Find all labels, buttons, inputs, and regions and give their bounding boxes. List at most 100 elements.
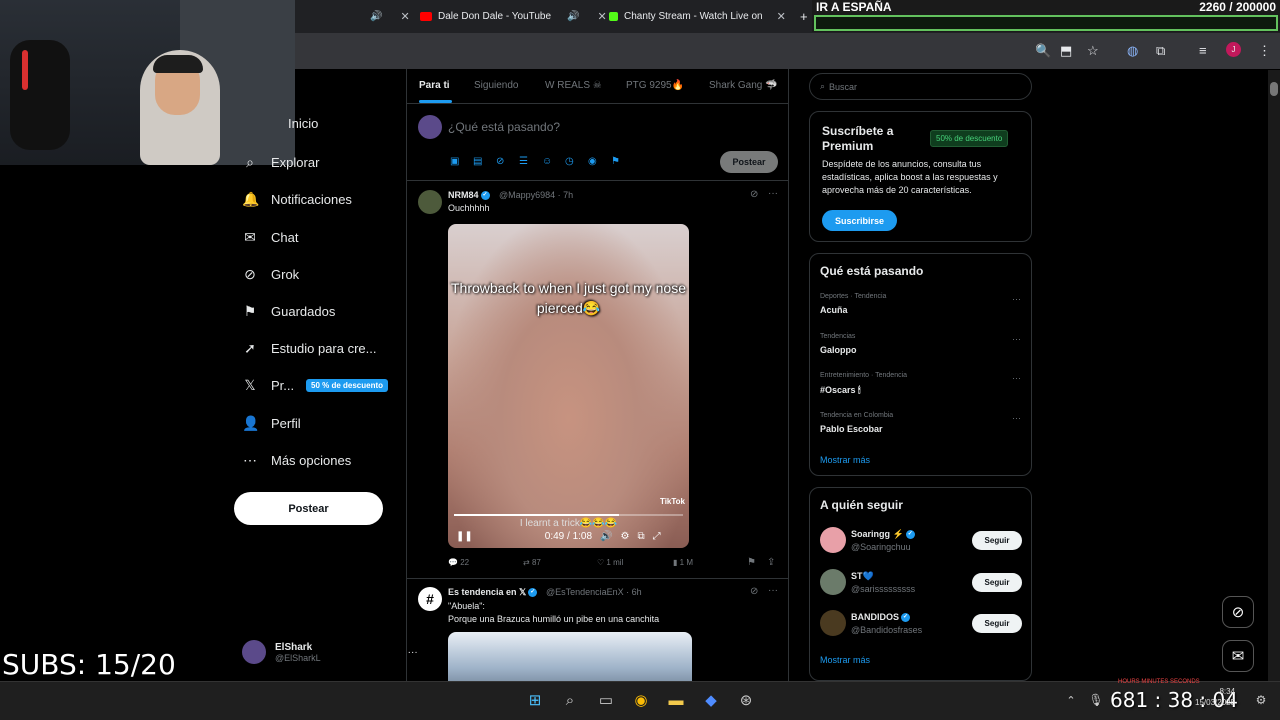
grok-icon: ⊘ — [244, 266, 256, 282]
composer-input[interactable]: ¿Qué está pasando? — [448, 120, 560, 134]
show-more-link[interactable]: Mostrar más — [820, 655, 870, 665]
clock[interactable]: 8:34 15/03/2025 — [1195, 686, 1235, 708]
gif-icon[interactable]: ▤ — [473, 156, 482, 167]
mic-icon[interactable]: 🎙 — [1085, 689, 1107, 711]
scrollbar-thumb[interactable] — [1270, 82, 1278, 96]
nav-item-home[interactable]: Inicio — [288, 116, 318, 131]
more-icon[interactable]: ··· — [1012, 413, 1021, 423]
poll-icon[interactable]: ☰ — [519, 156, 528, 167]
nav-item-grok[interactable]: ⊘ Grok — [242, 266, 299, 283]
tab-para-ti[interactable]: Para ti — [419, 80, 450, 91]
avatar[interactable] — [820, 569, 846, 595]
close-tab-icon[interactable]: ✕ — [400, 10, 409, 23]
location-icon[interactable]: ◉ — [588, 156, 597, 167]
account-switcher[interactable]: ElShark @ElSharkL ··· — [242, 640, 418, 664]
composer-post-button[interactable]: Postear — [720, 151, 778, 173]
star-icon[interactable]: ☆ — [1087, 43, 1099, 59]
more-icon[interactable]: ··· — [1012, 334, 1021, 344]
nav-item-notifications[interactable]: 🔔 Notificaciones — [242, 191, 352, 208]
nav-item-premium[interactable]: 𝕏 Pr... — [242, 377, 294, 394]
steam-icon[interactable]: ⊛ — [735, 689, 757, 711]
more-icon[interactable]: ··· — [1012, 294, 1021, 304]
tweet-author[interactable]: Es tendencia en 𝕏 ✓ — [448, 587, 538, 598]
settings-icon[interactable]: ⚙ — [1250, 689, 1272, 711]
extensions-icon[interactable]: ⧉ — [1156, 43, 1165, 59]
share-icon[interactable]: ⇪ — [767, 557, 775, 568]
tab-shark-gang[interactable]: Shark Gang 🦈 — [709, 80, 778, 91]
reply-count: 22 — [460, 558, 470, 567]
suggestion-handle: @Soaringchuu — [851, 542, 911, 552]
media-icon[interactable]: ≡ — [1199, 43, 1207, 58]
nav-item-chat[interactable]: ✉ Chat — [242, 229, 298, 246]
image-icon[interactable]: ▣ — [450, 156, 459, 167]
install-icon[interactable]: ⬒ — [1060, 43, 1072, 59]
reply-button[interactable]: 💬 22 — [448, 558, 469, 567]
avatar[interactable] — [418, 190, 442, 214]
post-button[interactable]: Postear — [234, 492, 383, 525]
emoji-icon[interactable]: ☺ — [542, 156, 552, 167]
follow-button[interactable]: Seguir — [972, 614, 1022, 633]
windows-start-icon[interactable]: ⊞ — [524, 689, 546, 711]
fullscreen-icon[interactable]: ⤢ — [653, 531, 661, 542]
video-player[interactable]: Throwback to when I just got my nose pie… — [448, 224, 689, 548]
bookmark-icon[interactable]: ⚑ — [747, 557, 756, 568]
more-icon[interactable]: ··· — [768, 188, 778, 199]
close-tab-icon[interactable]: ✕ — [777, 10, 786, 23]
extension-signal-icon[interactable]: ◍ — [1127, 43, 1138, 59]
like-button[interactable]: ♡ 1 mil — [597, 558, 623, 567]
new-tab-button[interactable]: + — [800, 4, 808, 29]
scrollbar[interactable] — [1268, 70, 1280, 681]
search-input[interactable]: ⌕ Buscar — [809, 73, 1032, 100]
tweet-author[interactable]: NRM84 ✓ — [448, 190, 490, 201]
zoom-icon[interactable]: 🔍 — [1035, 43, 1051, 59]
profile-avatar[interactable]: J — [1226, 42, 1241, 57]
show-more-link[interactable]: Mostrar más — [820, 455, 870, 465]
grok-icon[interactable]: ⊘ — [496, 156, 504, 167]
volume-icon[interactable]: 🔊 — [600, 531, 612, 542]
chrome-icon[interactable]: ◉ — [630, 689, 652, 711]
repost-button[interactable]: ⇄ 87 — [523, 558, 541, 567]
chevron-up-icon[interactable]: ⌃ — [1060, 689, 1082, 711]
follow-button[interactable]: Seguir — [972, 531, 1022, 550]
suggestion-name: Soaringg ⚡ ✓ — [851, 529, 915, 540]
grok-icon[interactable]: ⊘ — [750, 586, 758, 597]
tab-ptg[interactable]: PTG 9295🔥 — [626, 80, 684, 91]
flag-icon[interactable]: ⚑ — [611, 156, 620, 167]
avatar[interactable] — [820, 610, 846, 636]
messages-float-icon[interactable]: ✉ — [1222, 640, 1254, 672]
video-progress-bar[interactable] — [454, 514, 683, 516]
app-icon[interactable]: ◆ — [700, 689, 722, 711]
tab-youtube[interactable]: Dale Don Dale - YouTube 🔊 ✕ — [420, 4, 607, 29]
pip-icon[interactable]: ⧉ — [637, 531, 644, 542]
tab-kick[interactable]: Chanty Stream - Watch Live on ✕ — [609, 4, 786, 29]
nav-item-creator-studio[interactable]: ➚ Estudio para cre... — [242, 340, 376, 357]
nav-item-more[interactable]: ⋯ Más opciones — [242, 452, 351, 469]
nav-item-bookmarks[interactable]: ⚑ Guardados — [242, 303, 336, 320]
more-icon[interactable]: ··· — [1012, 373, 1021, 383]
subscribe-button[interactable]: Suscribirse — [822, 210, 897, 231]
views-button[interactable]: ▮ 1 M — [673, 558, 693, 567]
nav-item-explore[interactable]: ⌕ Explorar — [242, 154, 319, 171]
nav-item-profile[interactable]: 👤 Perfil — [242, 415, 301, 432]
grok-float-icon[interactable]: ⊘ — [1222, 596, 1254, 628]
tab-previous[interactable]: 🔊 ✕ — [370, 4, 410, 29]
pause-icon[interactable]: ❚❚ — [456, 531, 473, 542]
tab-w-reals[interactable]: W REALS ☠ — [545, 80, 602, 91]
tab-siguiendo[interactable]: Siguiendo — [474, 80, 518, 91]
more-icon[interactable]: ··· — [768, 585, 778, 596]
settings-icon[interactable]: ⚙ — [620, 531, 629, 542]
trend-category: Tendencias — [820, 333, 856, 340]
schedule-icon[interactable]: ◷ — [565, 156, 574, 167]
hashtag-avatar-icon[interactable]: # — [418, 587, 442, 611]
kebab-menu-icon[interactable]: ⋮ — [1258, 43, 1271, 59]
file-explorer-icon[interactable]: ▬ — [665, 689, 687, 711]
grok-icon[interactable]: ⊘ — [750, 189, 758, 200]
close-tab-icon[interactable]: ✕ — [598, 10, 607, 23]
task-view-icon[interactable]: ▭ — [595, 689, 617, 711]
avatar[interactable] — [820, 527, 846, 553]
search-icon[interactable]: ⌕ — [559, 689, 581, 711]
tweet-image[interactable] — [448, 632, 692, 681]
tweet-handle[interactable]: @Mappy6984 · 7h — [499, 190, 573, 200]
follow-button[interactable]: Seguir — [972, 573, 1022, 592]
tweet-handle[interactable]: @EsTendenciaEnX · 6h — [546, 587, 642, 597]
